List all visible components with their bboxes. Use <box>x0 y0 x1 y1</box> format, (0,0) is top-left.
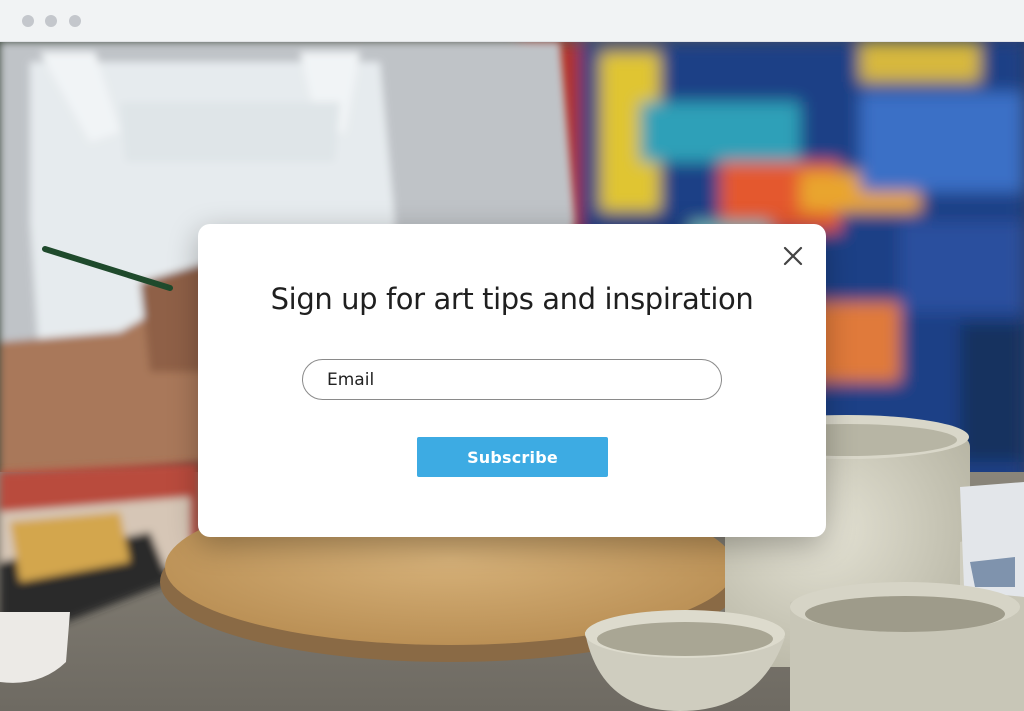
browser-window: Sign up for art tips and inspiration Sub… <box>0 0 1024 711</box>
popup-title: Sign up for art tips and inspiration <box>270 282 754 316</box>
subscribe-button[interactable]: Subscribe <box>417 437 608 477</box>
close-icon <box>783 246 803 266</box>
email-field[interactable] <box>302 359 722 400</box>
close-button[interactable] <box>781 244 805 268</box>
window-control-dot[interactable] <box>69 15 81 27</box>
window-control-dot[interactable] <box>22 15 34 27</box>
signup-popup: Sign up for art tips and inspiration Sub… <box>198 224 826 537</box>
window-titlebar <box>0 0 1024 42</box>
window-control-dot[interactable] <box>45 15 57 27</box>
